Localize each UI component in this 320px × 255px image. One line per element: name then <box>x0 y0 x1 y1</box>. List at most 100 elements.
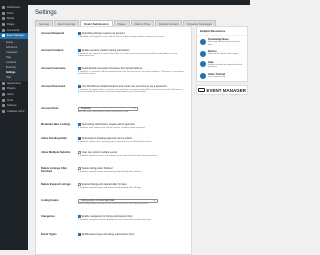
chevron-down-icon: ▾ <box>133 108 135 110</box>
submenu-label: Tags <box>6 55 12 59</box>
sidebar-item-label: Pages <box>7 23 15 27</box>
account-username-checkbox[interactable] <box>78 67 81 70</box>
submenu-label: Bookings <box>6 65 16 69</box>
delete-finished-checkbox[interactable] <box>78 167 81 170</box>
select-value: Listing expire on Event End Date <box>81 200 115 202</box>
checkbox-label: Submissions awaiting approval can be edi… <box>81 137 132 140</box>
appearance-icon <box>2 81 5 85</box>
setting-description: If enabled, a username will be generated… <box>78 70 184 76</box>
setting-description: If enabled, submissions awaiting admin a… <box>78 140 153 143</box>
checkbox-label: Enable categories for listing submission… <box>81 215 133 218</box>
setting-description: If disabled, non-logged in users will be… <box>78 35 165 38</box>
help-item-desc: Learn step by step <box>208 75 226 78</box>
setting-label: Allow Multiple Submits <box>41 151 71 154</box>
checkbox-label: Enable account creation during submissio… <box>81 49 130 52</box>
sidebar-submenu: Events Add Event Categories Tags Locatio… <box>0 38 28 81</box>
chevron-down-icon: ▾ <box>153 200 155 202</box>
card-title: Helpful Resources <box>197 27 247 36</box>
sidebar-item-label: Tools <box>7 98 14 102</box>
help-item-desc: Show the live demo of this plugin <box>208 53 239 56</box>
posts-icon <box>2 11 5 15</box>
select-value: Organizer <box>81 108 92 110</box>
setting-label: Delete Listings After Finished <box>41 167 68 174</box>
help-item-desc: Explore through the frequently asked que… <box>208 63 242 69</box>
tools-icon <box>2 98 5 102</box>
sidebar-item-label: Plugins <box>7 87 16 91</box>
setting-label: Account Creation <box>41 49 64 52</box>
help-item-help[interactable]: Help Explore through the frequently asked… <box>197 59 247 71</box>
settings-icon <box>2 104 5 108</box>
submenu-label: Events <box>6 40 14 44</box>
comments-icon <box>2 28 5 32</box>
submenu-label: Add Event <box>6 45 18 49</box>
event-types-checkbox[interactable] <box>78 233 81 236</box>
checkbox-label: User can submit multiple events <box>81 151 118 154</box>
submenu-label: Settings <box>6 70 16 74</box>
sidebar-item-label: Posts <box>7 11 14 15</box>
setting-label: Account Username <box>41 67 66 70</box>
help-sidebar: Helpful Resources Knowledge Base Solve yo… <box>196 26 248 98</box>
sidebar-item-label: Users <box>7 93 14 97</box>
checkbox-label: New listing submissions require admin ap… <box>81 123 135 126</box>
setting-label: Moderate New Listings <box>41 123 71 126</box>
account-password-checkbox[interactable] <box>78 85 81 88</box>
media-icon <box>2 17 5 21</box>
checkbox-label: Automatically Generate Username from Ema… <box>81 67 143 70</box>
main-content: Settings General Event Listings Event Su… <box>28 5 250 255</box>
sidebar-item-label: Collapse menu <box>7 109 25 113</box>
checkbox-label: Use WordPress' default behavior and emai… <box>81 85 167 88</box>
setting-label: Allow Pending Edits <box>41 137 67 140</box>
pending-edits-checkbox[interactable] <box>78 137 81 140</box>
sidebar-item-collapse[interactable]: Collapse menu <box>0 109 28 115</box>
logo-icon <box>197 88 205 93</box>
sidebar-item-label: Event Manager <box>7 34 25 38</box>
moderate-listings-checkbox[interactable] <box>78 123 81 126</box>
help-item-desc: Solve your queries by browsing the docs <box>208 41 241 46</box>
pages-icon <box>2 23 5 27</box>
checkbox-label: Expired listings will deleted after 30 d… <box>81 183 127 186</box>
setting-label: Categories <box>41 215 55 218</box>
submenu-item-help[interactable]: Help <box>0 75 28 80</box>
dashboard-icon <box>2 6 5 10</box>
question-icon <box>200 61 206 68</box>
delete-expired-checkbox[interactable] <box>78 183 81 186</box>
setting-description: If enabled, new submissions will be inac… <box>78 126 146 129</box>
page-title: Settings <box>35 10 57 16</box>
sidebar-item-label: Comments <box>7 28 20 32</box>
plugins-icon <box>2 87 5 91</box>
account-required-checkbox[interactable] <box>78 32 81 35</box>
setting-description: If enabled, an email will be sent to the… <box>78 88 184 94</box>
sidebar-item-label: Media <box>7 17 15 21</box>
brand-logo: EVENT MANAGER <box>196 85 248 96</box>
checkbox-label: Enable Event types for listing submissio… <box>81 233 135 236</box>
setting-label: Account Required <box>41 32 65 35</box>
setting-label: Account Role <box>41 107 59 110</box>
book-icon <box>200 38 206 45</box>
settings-panel: Account Required Submitting listings req… <box>35 26 192 255</box>
sidebar-item-label: Appearance <box>7 81 21 85</box>
setting-description: If enabled, categories will be displayed… <box>78 218 152 221</box>
setting-label: Account Password <box>41 85 66 88</box>
setting-description: If enabled, non-logged in users will be … <box>78 52 178 58</box>
calendar-icon <box>2 34 5 38</box>
setting-description: Event listing expires based on the event… <box>78 203 149 206</box>
help-item-video-tutorial[interactable]: Video Tutorial Learn step by step <box>197 71 247 82</box>
help-item-demos[interactable]: Demos Show the live demo of this plugin <box>197 48 247 59</box>
monitor-icon <box>200 50 206 57</box>
setting-description: If enabled, registered users can submit … <box>78 154 158 157</box>
setting-description: Any new user registrations will be assig… <box>78 111 129 114</box>
helpful-resources-card: Helpful Resources Knowledge Base Solve yo… <box>196 26 248 83</box>
setting-label: Delete Expired Listings <box>41 183 71 186</box>
sidebar-item-label: Settings <box>7 104 17 108</box>
account-creation-checkbox[interactable] <box>78 49 81 52</box>
brand-text: EVENT MANAGER <box>206 87 246 93</box>
multiple-submits-checkbox[interactable] <box>78 151 81 154</box>
categories-checkbox[interactable] <box>78 215 81 218</box>
play-icon <box>200 73 206 80</box>
sidebar-item-label: Dashboard <box>7 6 20 10</box>
submenu-label: Locations <box>6 60 17 64</box>
submenu-label: Categories <box>6 50 18 54</box>
submenu-label: Help <box>6 75 11 79</box>
setting-description: If enabled, expired listings will automa… <box>78 170 142 173</box>
help-item-knowledge-base[interactable]: Knowledge Base Solve your queries by brow… <box>197 36 247 48</box>
